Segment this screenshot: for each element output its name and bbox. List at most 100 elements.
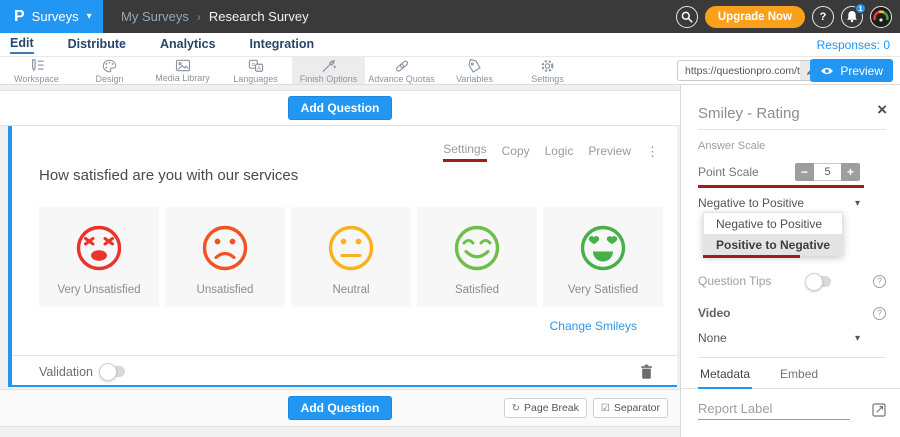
report-label-input[interactable] (698, 398, 850, 420)
question-tips-label: Question Tips (698, 274, 771, 288)
add-question-button-top[interactable]: Add Question (288, 96, 393, 120)
tab-analytics[interactable]: Analytics (160, 37, 216, 53)
change-smileys-link[interactable]: Change Smileys (550, 319, 637, 333)
question-tab-logic[interactable]: Logic (545, 144, 574, 161)
question-title[interactable]: How satisfied are you with our services (39, 167, 298, 184)
smiley-option-neutral[interactable]: Neutral (291, 207, 411, 307)
search-icon (681, 11, 693, 23)
question-card[interactable]: Settings Copy Logic Preview ⋮ How satisf… (8, 126, 677, 387)
point-scale-row: Point Scale − 5 + (698, 163, 860, 181)
tab-edit[interactable]: Edit (10, 36, 34, 54)
divider (698, 357, 886, 358)
upgrade-now-button[interactable]: Upgrade Now (705, 6, 805, 28)
toolbar-advance-quotas[interactable]: Advance Quotas (365, 57, 438, 84)
point-scale-label: Point Scale (698, 165, 759, 179)
video-label: Video (698, 306, 730, 320)
very-satisfied-face-icon (577, 222, 629, 274)
increase-scale-button[interactable]: + (841, 163, 860, 181)
add-question-bar-bottom: Add Question ↻ Page Break ☑ Separator (0, 389, 680, 427)
smiley-option-very-satisfied[interactable]: Very Satisfied (543, 207, 663, 307)
tab-embed[interactable]: Embed (778, 361, 820, 388)
avatar-image (872, 8, 890, 26)
help-button[interactable]: ? (812, 6, 834, 28)
decrease-scale-button[interactable]: − (795, 163, 814, 181)
question-tab-preview[interactable]: Preview (588, 144, 631, 161)
edit-toolbar: Workspace Design Media Library ¤A Langua… (0, 57, 900, 85)
question-settings-panel: Smiley - Rating × Answer Scale Point Sca… (680, 85, 900, 437)
toolbar-settings[interactable]: Settings (511, 57, 584, 84)
question-tab-copy[interactable]: Copy (502, 144, 530, 161)
tab-metadata[interactable]: Metadata (698, 361, 752, 389)
direction-select[interactable]: Negative to Positive ▾ (698, 196, 860, 210)
survey-url-box (677, 60, 823, 81)
smiley-option-unsatisfied[interactable]: Unsatisfied (165, 207, 285, 307)
add-question-bar-top: Add Question (0, 90, 680, 126)
toolbar-media-library[interactable]: Media Library (146, 57, 219, 84)
separator-icon: ☑ (601, 403, 610, 414)
palette-icon (102, 59, 117, 73)
questionpro-logo: P (14, 9, 25, 25)
chevron-down-icon: ▾ (87, 11, 92, 22)
toolbar-finish-options[interactable]: Finish Options (292, 57, 365, 84)
search-button[interactable] (676, 6, 698, 28)
video-select[interactable]: None ▾ (698, 331, 860, 345)
survey-nav: Edit Distribute Analytics Integration Re… (0, 33, 900, 57)
gear-icon (540, 59, 555, 73)
product-switcher[interactable]: P Surveys ▾ (0, 0, 103, 33)
question-toolbar: Settings Copy Logic Preview ⋮ (443, 142, 659, 162)
breadcrumb-current-survey: Research Survey (209, 9, 309, 24)
question-tips-help-button[interactable]: ? (873, 275, 886, 288)
validation-label: Validation (39, 365, 93, 379)
option-positive-to-negative[interactable]: Positive to Negative (704, 234, 842, 255)
toolbar-design[interactable]: Design (73, 57, 146, 84)
page-break-button[interactable]: ↻ Page Break (504, 398, 587, 418)
magic-wand-icon (321, 59, 336, 73)
validation-toggle[interactable] (101, 366, 125, 377)
tab-integration[interactable]: Integration (250, 37, 315, 53)
chevron-down-icon: ▾ (855, 198, 860, 209)
breadcrumb-my-surveys[interactable]: My Surveys (121, 9, 189, 24)
survey-editor: Add Question Settings Copy Logic Preview… (0, 85, 680, 437)
toolbar-workspace[interactable]: Workspace (0, 57, 73, 84)
direction-dropdown-menu: Negative to Positive Positive to Negativ… (703, 212, 843, 256)
edit-in-box-icon (872, 403, 886, 417)
very-unsatisfied-face-icon (73, 222, 125, 274)
notifications-button[interactable]: 1 (841, 6, 863, 28)
toolbar-variables[interactable]: Variables (438, 57, 511, 84)
image-icon (175, 59, 191, 72)
divider (698, 129, 886, 130)
video-help-button[interactable]: ? (873, 307, 886, 320)
workspace-icon (29, 59, 45, 73)
chain-link-icon (394, 59, 410, 73)
unsatisfied-face-icon (199, 222, 251, 274)
expand-edit-button[interactable] (872, 403, 886, 420)
smiley-option-very-unsatisfied[interactable]: Very Unsatisfied (39, 207, 159, 307)
add-question-button-bottom[interactable]: Add Question (288, 396, 393, 420)
option-negative-to-positive[interactable]: Negative to Positive (704, 213, 842, 234)
tag-icon (467, 59, 482, 73)
kebab-menu-icon[interactable]: ⋮ (646, 144, 659, 160)
trash-icon (640, 364, 653, 379)
avatar[interactable] (870, 6, 892, 28)
question-tab-settings[interactable]: Settings (443, 142, 486, 162)
preview-button[interactable]: Preview (810, 59, 893, 82)
toolbar-languages[interactable]: ¤A Languages (219, 57, 292, 84)
responses-count[interactable]: Responses: 0 (817, 38, 890, 52)
question-tips-row: Question Tips ? (698, 274, 886, 288)
close-panel-button[interactable]: × (877, 101, 887, 118)
question-mark-icon: ? (820, 11, 827, 23)
neutral-face-icon (325, 222, 377, 274)
separator-button[interactable]: ☑ Separator (593, 398, 668, 418)
top-bar: P Surveys ▾ My Surveys › Research Survey… (0, 0, 900, 33)
survey-url-input[interactable] (678, 65, 800, 77)
panel-title: Smiley - Rating (698, 105, 800, 122)
annotation-underline-point-scale (698, 185, 864, 188)
smiley-option-satisfied[interactable]: Satisfied (417, 207, 537, 307)
question-tips-toggle[interactable] (807, 276, 831, 287)
tab-distribute[interactable]: Distribute (68, 37, 126, 53)
answer-scale-label: Answer Scale (698, 140, 765, 152)
validation-row: Validation (12, 355, 677, 387)
chevron-down-icon: ▾ (855, 333, 860, 344)
delete-question-button[interactable] (640, 364, 653, 384)
satisfied-face-icon (451, 222, 503, 274)
